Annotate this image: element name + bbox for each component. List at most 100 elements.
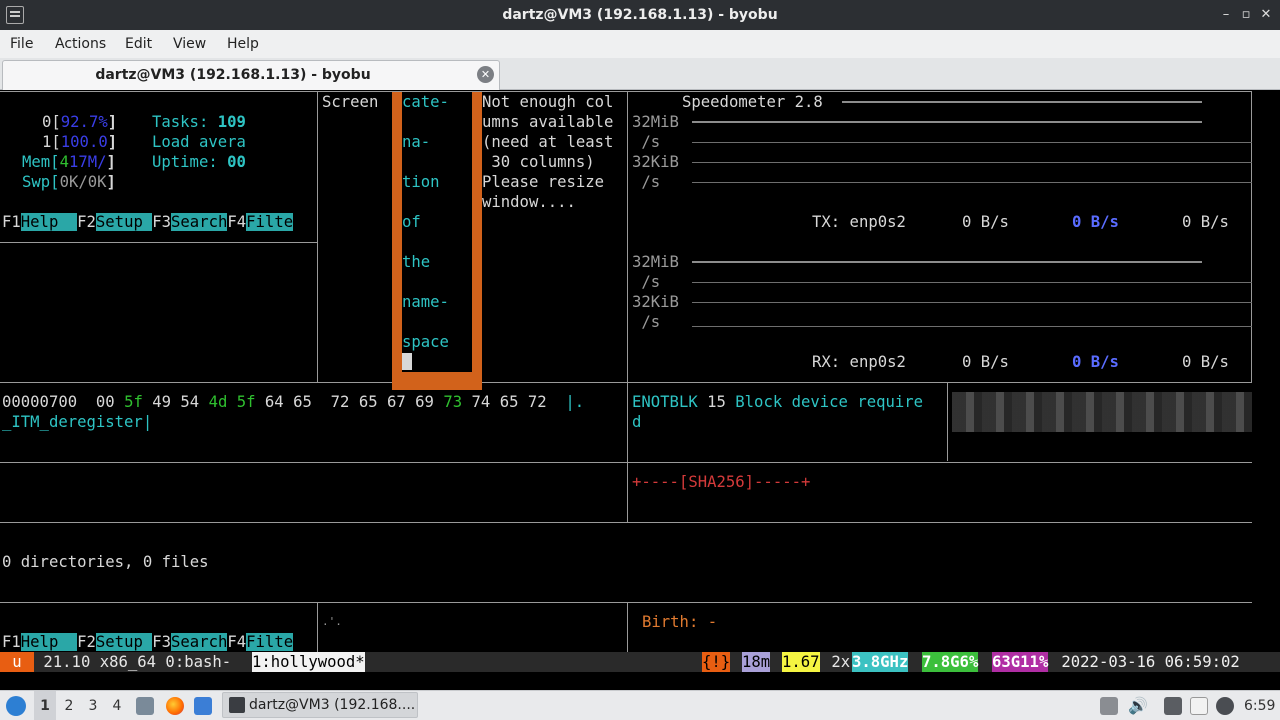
mem-meter: Mem[417M/] [22, 153, 116, 171]
resize-line: 30 columns) [482, 153, 595, 171]
tx-scale-unit: /s [632, 173, 661, 191]
workspace-1[interactable]: 1 [34, 691, 56, 720]
window-title: dartz@VM3 (192.168.1.13) - byobu [502, 7, 778, 23]
firefox-icon[interactable] [166, 697, 184, 715]
uptime-indicator: 18m [742, 652, 771, 672]
tx-scale-label: 32KiB [632, 153, 679, 171]
cpu0-meter: 0[92.7%] [42, 113, 118, 131]
tx-max: 0 B/s [1182, 213, 1229, 231]
resize-line: Please resize [482, 173, 605, 191]
close-button[interactable]: ✕ [1258, 6, 1274, 24]
rx-scale-unit: /s [632, 313, 661, 331]
hexdump-ascii: _ITM_deregister| [2, 413, 153, 431]
tx-scale-unit: /s [632, 133, 661, 151]
workspace-4[interactable]: 4 [106, 691, 128, 720]
maximize-button[interactable]: ▫ [1238, 6, 1254, 24]
menu-edit[interactable]: Edit [125, 30, 152, 58]
menu-file[interactable]: File [10, 30, 33, 58]
hexdump-line: 00000700 00 5f 49 54 4d 5f 64 65 72 65 6… [2, 393, 585, 411]
terminal-padding [0, 672, 1280, 690]
help-key-label[interactable]: Help [20, 633, 78, 651]
menu-help[interactable]: Help [227, 30, 259, 58]
pane-border [947, 383, 948, 461]
setup-key-label[interactable]: Setup [95, 633, 153, 651]
screen-label: Screen [322, 93, 379, 111]
cpu-frequency: 3.8GHz [852, 652, 909, 672]
file-manager-icon[interactable] [136, 697, 154, 715]
filter-key-label[interactable]: Filte [246, 633, 294, 651]
pane-border [317, 92, 318, 382]
start-menu-icon[interactable] [6, 696, 26, 716]
filter-key-label[interactable]: Filte [246, 213, 294, 231]
menu-view[interactable]: View [173, 30, 206, 58]
htop-function-keys: F1Help F2Setup F3SearchF4Filte [2, 212, 294, 232]
taskbar-window-button[interactable]: dartz@VM3 (192.168.... [222, 692, 418, 718]
volume-icon[interactable]: 🔊 [1128, 697, 1148, 715]
speed-graph-line [692, 282, 1252, 283]
resize-line: umns available [482, 113, 614, 131]
help-key-label[interactable]: Help [20, 213, 78, 231]
clipboard-icon[interactable] [1190, 697, 1208, 715]
taskbar-clock: 6:59 [1244, 698, 1276, 714]
tx-scale-label: 32MiB [632, 113, 679, 131]
search-key-label[interactable]: Search [171, 633, 228, 651]
network-icon[interactable] [1164, 697, 1182, 715]
tray-icon[interactable] [1100, 697, 1118, 715]
errno-line-wrap: d [632, 413, 642, 431]
menu-actions[interactable]: Actions [55, 30, 106, 58]
speedometer-title: Speedometer 2.8 [682, 93, 823, 111]
screen-word: the [402, 253, 431, 271]
f3-key[interactable]: F3 [152, 213, 171, 231]
power-icon[interactable] [1216, 697, 1234, 715]
swap-meter: Swp[0K/0K] [22, 173, 116, 191]
f1-key[interactable]: F1 [2, 633, 21, 651]
cpu1-meter: 1[100.0] [42, 133, 118, 151]
uptime: Uptime: 00 [152, 153, 246, 171]
f2-key[interactable]: F2 [77, 213, 96, 231]
screen-word: cate- [402, 93, 449, 111]
errno-line: ENOTBLK 15 Block device require [632, 393, 924, 411]
speed-graph-line [692, 182, 1252, 183]
speed-graph-line [692, 302, 1252, 303]
search-key-label[interactable]: Search [171, 213, 228, 231]
screen-word: space [402, 333, 449, 351]
tab-label: dartz@VM3 (192.168.1.13) - byobu [95, 67, 371, 83]
birth-field: Birth: - [642, 613, 718, 631]
terminal-tab[interactable]: dartz@VM3 (192.168.1.13) - byobu ✕ [2, 60, 500, 90]
f2-key[interactable]: F2 [77, 633, 96, 651]
tx-average: 0 B/s [1072, 213, 1119, 231]
menu-bar: File Actions Edit View Help [0, 30, 1280, 58]
alert-indicator: {!} [702, 652, 731, 672]
minimize-button[interactable]: – [1218, 6, 1234, 24]
screen-word: name- [402, 293, 449, 311]
active-window-tab[interactable]: 1:hollywood* [252, 652, 365, 672]
workspace-2[interactable]: 2 [58, 691, 80, 720]
rx-scale-unit: /s [632, 273, 661, 291]
pane-border [0, 602, 1252, 603]
f1-key[interactable]: F1 [2, 213, 21, 231]
disk-usage: 63G11% [992, 652, 1049, 672]
rx-interface: RX: enp0s2 [812, 353, 906, 371]
sha256-randomart-header: +----[SHA256]-----+ [632, 473, 811, 491]
load-indicator: 1.67 [782, 652, 820, 672]
rx-scale-label: 32MiB [632, 253, 679, 271]
speed-graph-line [842, 101, 1202, 103]
tree-summary: 0 directories, 0 files [2, 553, 209, 571]
pane-border [0, 382, 1252, 383]
close-tab-icon[interactable]: ✕ [477, 66, 494, 83]
pane-border [0, 242, 317, 243]
taskbar: 1 2 3 4 🔊 6:59 [0, 690, 1280, 720]
f4-key[interactable]: F4 [227, 213, 246, 231]
pane-border [627, 92, 628, 522]
window-titlebar[interactable]: dartz@VM3 (192.168.1.13) - byobu – ▫ ✕ [0, 0, 1280, 30]
screen-word: na- [402, 133, 431, 151]
workspace-3[interactable]: 3 [82, 691, 104, 720]
f4-key[interactable]: F4 [227, 633, 246, 651]
ubuntu-logo: u [0, 652, 34, 672]
setup-key-label[interactable]: Setup [95, 213, 153, 231]
memory-usage: 7.8G6% [922, 652, 979, 672]
rx-average: 0 B/s [1072, 353, 1119, 371]
desktop-icon[interactable] [194, 697, 212, 715]
f3-key[interactable]: F3 [152, 633, 171, 651]
byobu-status-bar: u 21.10 x86_64 0:bash- 1:hollywood* {!} … [0, 652, 1280, 672]
